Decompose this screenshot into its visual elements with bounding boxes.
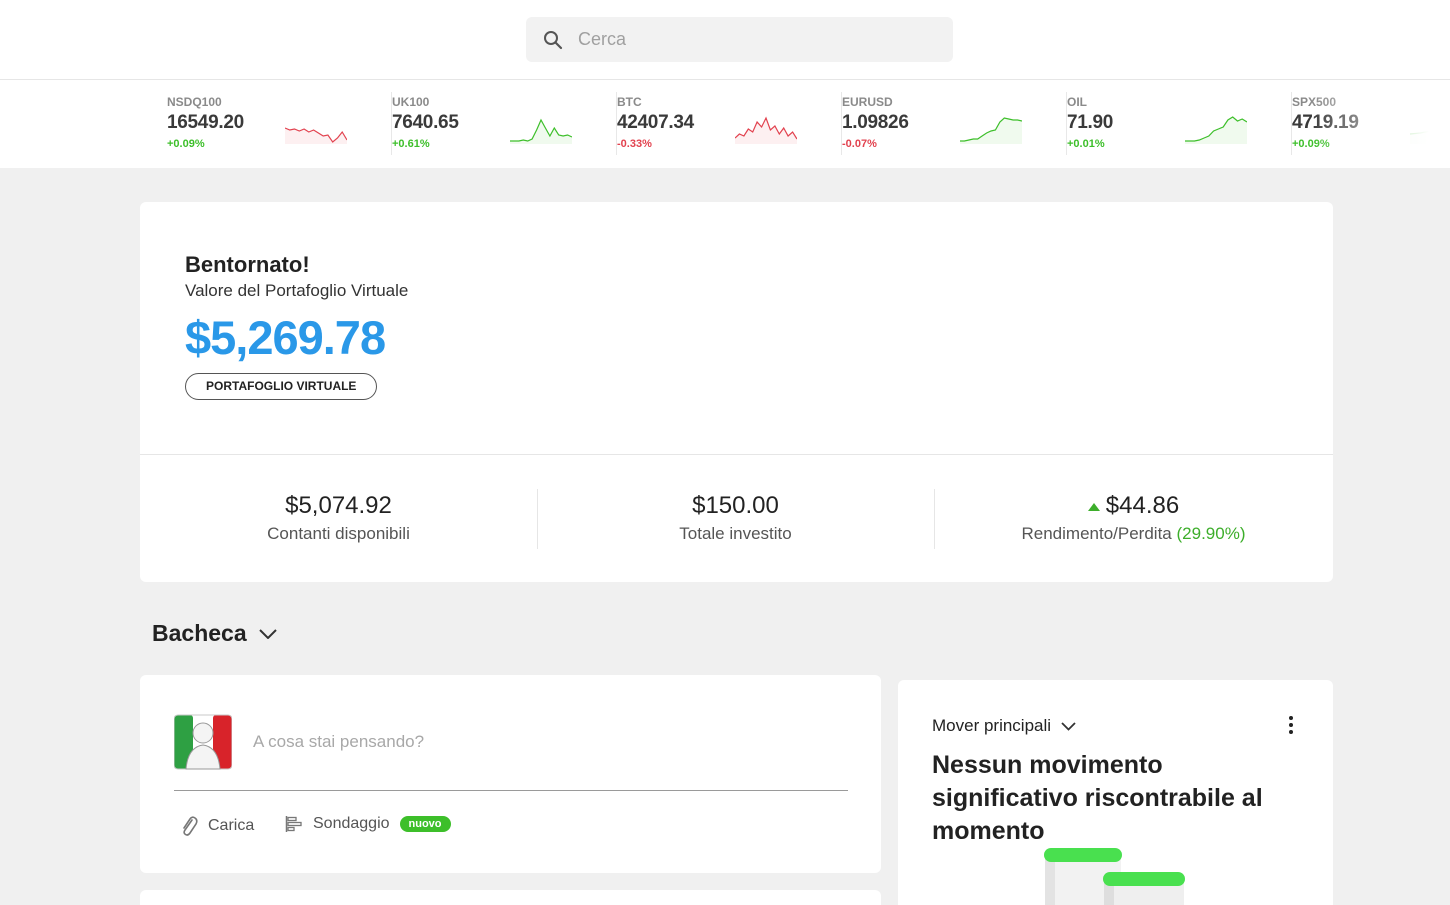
sparkline-chart (1185, 116, 1247, 144)
paperclip-icon (183, 816, 198, 836)
ticker-price: 4719.19 (1292, 112, 1359, 133)
ticker-change: +0.09% (1292, 138, 1330, 150)
profit-loss-label-row: Rendimento/Perdita (29.90%) (935, 524, 1332, 544)
bar-chart-illustration (1044, 848, 1185, 905)
new-badge: nuovo (399, 816, 451, 832)
sparkline-chart (285, 127, 347, 144)
cash-available-value: $5,074.92 (285, 492, 392, 519)
profit-loss-value: $44.86 (1105, 492, 1180, 519)
no-movers-message: Nessun movimento significativo riscontra… (932, 751, 1263, 845)
divider (140, 454, 1333, 455)
upload-label: Carica (208, 817, 255, 834)
chevron-down-icon (258, 628, 277, 639)
divider (174, 790, 848, 791)
top-movers-widget: Mover principali Nessun movimento signif… (898, 680, 1333, 905)
ticker-change: +0.61% (392, 138, 430, 150)
top-movers-dropdown[interactable]: Mover principali (932, 716, 1076, 736)
feed-dropdown[interactable]: Bacheca (152, 620, 277, 647)
poll-button[interactable]: Sondaggio nuovo (285, 815, 451, 833)
virtual-portfolio-button[interactable]: PORTAFOGLIO VIRTUALE (185, 373, 378, 400)
arrow-up-icon (1087, 502, 1100, 511)
profit-loss-stat: $44.86 Rendimento/Perdita (29.90%) (935, 489, 1332, 549)
ticker-change: +0.01% (1067, 138, 1105, 150)
ticker-price: 7640.65 (392, 112, 459, 133)
ticker-change: +0.09% (167, 138, 205, 150)
sparkline-chart (1410, 125, 1450, 144)
upload-button[interactable]: Carica (180, 815, 254, 837)
ticker-symbol: OIL (1067, 95, 1087, 109)
chevron-down-icon (1061, 721, 1076, 731)
feed-title: Bacheca (152, 620, 247, 646)
ticker-item-btc[interactable]: BTC 42407.34 -0.33% (617, 92, 842, 155)
sparkline-chart (735, 116, 797, 144)
ticker-symbol: UK100 (392, 95, 430, 109)
ticker-item-eurusd[interactable]: EURUSD 1.09826 -0.07% (842, 92, 1067, 155)
ticker-symbol: SPX500 (1292, 95, 1337, 109)
profit-loss-percent: (29.90%) (1176, 524, 1246, 543)
search-bar[interactable] (526, 17, 953, 62)
sparkline-chart (510, 118, 572, 144)
profit-loss-label: Rendimento/Perdita (1021, 524, 1172, 543)
ticker-symbol: NSDQ100 (167, 95, 222, 109)
post-input[interactable]: A cosa stai pensando? (253, 732, 424, 752)
ticker-item-oil[interactable]: OIL 71.90 +0.01% (1067, 92, 1292, 155)
total-invested-value: $150.00 (692, 492, 779, 519)
cash-available-label: Contanti disponibili (267, 524, 410, 543)
market-ticker: NSDQ100 16549.20 +0.09% UK100 7640.65 +0… (0, 80, 1450, 168)
more-options-icon[interactable] (1282, 714, 1300, 736)
sparkline-area (285, 128, 347, 144)
poll-label: Sondaggio (313, 815, 390, 832)
welcome-heading: Bentornato! (185, 252, 310, 277)
top-movers-title: Mover principali (932, 716, 1052, 735)
total-invested-stat: $150.00 Totale investito (537, 489, 934, 549)
sparkline-area (735, 118, 797, 144)
ticker-price: 42407.34 (617, 112, 694, 133)
search-input[interactable] (578, 29, 898, 50)
ticker-change: -0.07% (842, 138, 877, 150)
ticker-item-spx500[interactable]: SPX500 4719.19 +0.09% (1292, 92, 1450, 155)
ticker-symbol: BTC (617, 95, 642, 109)
ticker-price: 71.90 (1067, 112, 1114, 133)
poll-icon (285, 816, 302, 832)
ticker-price: 1.09826 (842, 112, 909, 133)
ticker-item-nsdq100[interactable]: NSDQ100 16549.20 +0.09% (167, 92, 392, 155)
sparkline-chart (960, 117, 1022, 144)
post-composer: A cosa stai pensando? Carica Sondaggio n… (140, 675, 881, 873)
ticker-item-uk100[interactable]: UK100 7640.65 +0.61% (392, 92, 617, 155)
profit-loss-row: $44.86 (935, 492, 1332, 520)
total-invested-label: Totale investito (679, 524, 792, 543)
portfolio-value: $5,269.78 (185, 311, 386, 364)
portfolio-value-label: Valore del Portafoglio Virtuale (185, 281, 409, 300)
ticker-change: -0.33% (617, 138, 652, 150)
ticker-symbol: EURUSD (842, 95, 893, 109)
portfolio-card: Bentornato! Valore del Portafoglio Virtu… (140, 202, 1333, 582)
cash-available-stat: $5,074.92 Contanti disponibili (140, 489, 537, 549)
feed-post-card (140, 890, 881, 905)
avatar[interactable] (174, 713, 232, 771)
top-bar (0, 0, 1450, 80)
ticker-price: 16549.20 (167, 112, 244, 133)
search-icon (544, 30, 563, 49)
